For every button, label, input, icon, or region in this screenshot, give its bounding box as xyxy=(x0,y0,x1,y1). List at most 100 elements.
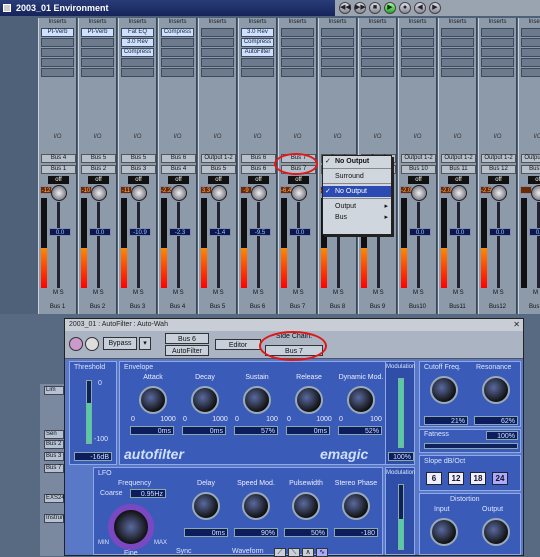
distortion-output-knob[interactable] xyxy=(482,518,510,546)
automation-mode[interactable]: off xyxy=(488,176,509,184)
input-select[interactable]: Bus 1 xyxy=(41,165,76,174)
pan-knob[interactable] xyxy=(171,185,187,201)
output-select[interactable]: Output 1-2 xyxy=(401,154,436,163)
insert-slot[interactable] xyxy=(41,58,74,67)
insert-slot[interactable] xyxy=(481,58,514,67)
automation-mode[interactable]: off xyxy=(128,176,149,184)
prev-marker-button[interactable]: ◀ xyxy=(414,2,426,14)
bypass-button[interactable]: Bypass xyxy=(103,337,137,350)
pan-knob[interactable] xyxy=(211,185,227,201)
insert-slot[interactable] xyxy=(361,68,394,77)
popup-item-no-output[interactable]: ✓ No Output xyxy=(323,156,391,167)
window-titlebar[interactable]: 2003_01 Environment xyxy=(0,0,335,16)
strip-item[interactable]: Sen xyxy=(44,430,64,439)
insert-slot[interactable] xyxy=(521,28,540,37)
insert-slot[interactable] xyxy=(361,48,394,57)
strip-item[interactable]: EXS24 xyxy=(44,494,65,503)
volume-fader[interactable] xyxy=(57,202,60,288)
slope-6-button[interactable]: 6 xyxy=(426,472,442,485)
input-select[interactable]: Bus 12 xyxy=(481,165,516,174)
editor-button[interactable]: Editor xyxy=(215,339,261,350)
insert-slot[interactable] xyxy=(201,68,234,77)
modulation-slider[interactable] xyxy=(398,378,404,448)
strip-item[interactable]: Lim xyxy=(44,386,64,395)
link-icon[interactable] xyxy=(69,337,83,351)
pan-knob[interactable] xyxy=(131,185,147,201)
input-select[interactable]: Bus 4 xyxy=(161,165,196,174)
insert-slot[interactable] xyxy=(361,28,394,37)
plugin-titlebar[interactable]: 2003_01 : AutoFilter : Auto-Wah ✕ xyxy=(65,319,523,331)
insert-slot[interactable] xyxy=(481,68,514,77)
insert-slot[interactable] xyxy=(241,68,274,77)
strip-item[interactable]: Bus 3 xyxy=(44,452,64,461)
output-select[interactable]: Bus 4 xyxy=(41,154,76,163)
mute-solo-buttons[interactable]: M S xyxy=(493,290,504,296)
envelope-knob[interactable] xyxy=(191,386,219,414)
strip-item[interactable]: Instrum xyxy=(44,514,66,523)
insert-slot[interactable] xyxy=(121,68,154,77)
envelope-knob[interactable] xyxy=(347,386,375,414)
mute-solo-buttons[interactable]: M S xyxy=(133,290,144,296)
insert-slot[interactable] xyxy=(81,68,114,77)
insert-slot[interactable] xyxy=(281,68,314,77)
popup-item-bus[interactable]: Bus ▸ xyxy=(323,212,391,223)
mute-solo-buttons[interactable]: M S xyxy=(373,290,384,296)
insert-slot[interactable] xyxy=(441,38,474,47)
stop-button[interactable]: ■ xyxy=(369,2,381,14)
volume-fader[interactable] xyxy=(297,202,300,288)
insert-slot[interactable] xyxy=(361,38,394,47)
insert-slot[interactable] xyxy=(281,38,314,47)
input-select[interactable]: Bus 13 xyxy=(521,165,540,174)
insert-slot[interactable] xyxy=(481,48,514,57)
input-select[interactable]: Bus 3 xyxy=(121,165,156,174)
input-select[interactable]: Bus 11 xyxy=(441,165,476,174)
insert-slot[interactable] xyxy=(241,58,274,67)
pan-knob[interactable] xyxy=(411,185,427,201)
pan-knob[interactable] xyxy=(91,185,107,201)
insert-slot[interactable] xyxy=(401,68,434,77)
insert-slot[interactable] xyxy=(41,38,74,47)
insert-slot[interactable]: Compress xyxy=(241,38,274,47)
next-marker-button[interactable]: ▶ xyxy=(429,2,441,14)
pan-knob[interactable] xyxy=(531,185,540,201)
lfo-knob[interactable] xyxy=(242,492,270,520)
mute-solo-buttons[interactable]: M S xyxy=(533,290,540,296)
insert-slot[interactable] xyxy=(321,58,354,67)
volume-fader[interactable] xyxy=(257,202,260,288)
pan-knob[interactable] xyxy=(51,185,67,201)
insert-slot[interactable] xyxy=(401,48,434,57)
frequency-knob[interactable] xyxy=(108,504,154,550)
input-select[interactable]: Bus 5 xyxy=(201,165,236,174)
automation-mode[interactable]: off xyxy=(208,176,229,184)
insert-slot[interactable] xyxy=(81,38,114,47)
mute-solo-buttons[interactable]: M S xyxy=(453,290,464,296)
insert-slot[interactable] xyxy=(321,68,354,77)
envelope-knob[interactable] xyxy=(295,386,323,414)
envelope-knob[interactable] xyxy=(243,386,271,414)
insert-slot[interactable] xyxy=(41,68,74,77)
mute-solo-buttons[interactable]: M S xyxy=(53,290,64,296)
output-popup-menu[interactable]: ✓ No Output Surround ✓ No Output Output ▸ B… xyxy=(322,155,392,235)
slope-24-button[interactable]: 24 xyxy=(492,472,508,485)
insert-slot[interactable] xyxy=(481,28,514,37)
volume-fader[interactable] xyxy=(97,202,100,288)
insert-slot[interactable] xyxy=(441,58,474,67)
insert-slot[interactable] xyxy=(281,58,314,67)
insert-slot[interactable] xyxy=(441,28,474,37)
automation-mode[interactable]: off xyxy=(408,176,429,184)
popup-item-no-output-selected[interactable]: ✓ No Output xyxy=(323,186,391,197)
insert-slot[interactable] xyxy=(401,28,434,37)
automation-mode[interactable]: off xyxy=(448,176,469,184)
insert-slot[interactable]: Fat EQ xyxy=(121,28,154,37)
pan-knob[interactable] xyxy=(451,185,467,201)
insert-slot[interactable] xyxy=(521,58,540,67)
mute-solo-buttons[interactable]: M S xyxy=(93,290,104,296)
insert-slot[interactable] xyxy=(161,58,194,67)
insert-slot[interactable]: 3.0 Rev xyxy=(121,38,154,47)
output-select[interactable]: Output 1-2 xyxy=(521,154,540,163)
compare-icon[interactable] xyxy=(85,337,99,351)
mute-solo-buttons[interactable]: M S xyxy=(333,290,344,296)
insert-slot[interactable] xyxy=(41,48,74,57)
insert-slot[interactable] xyxy=(161,38,194,47)
insert-slot[interactable] xyxy=(81,58,114,67)
